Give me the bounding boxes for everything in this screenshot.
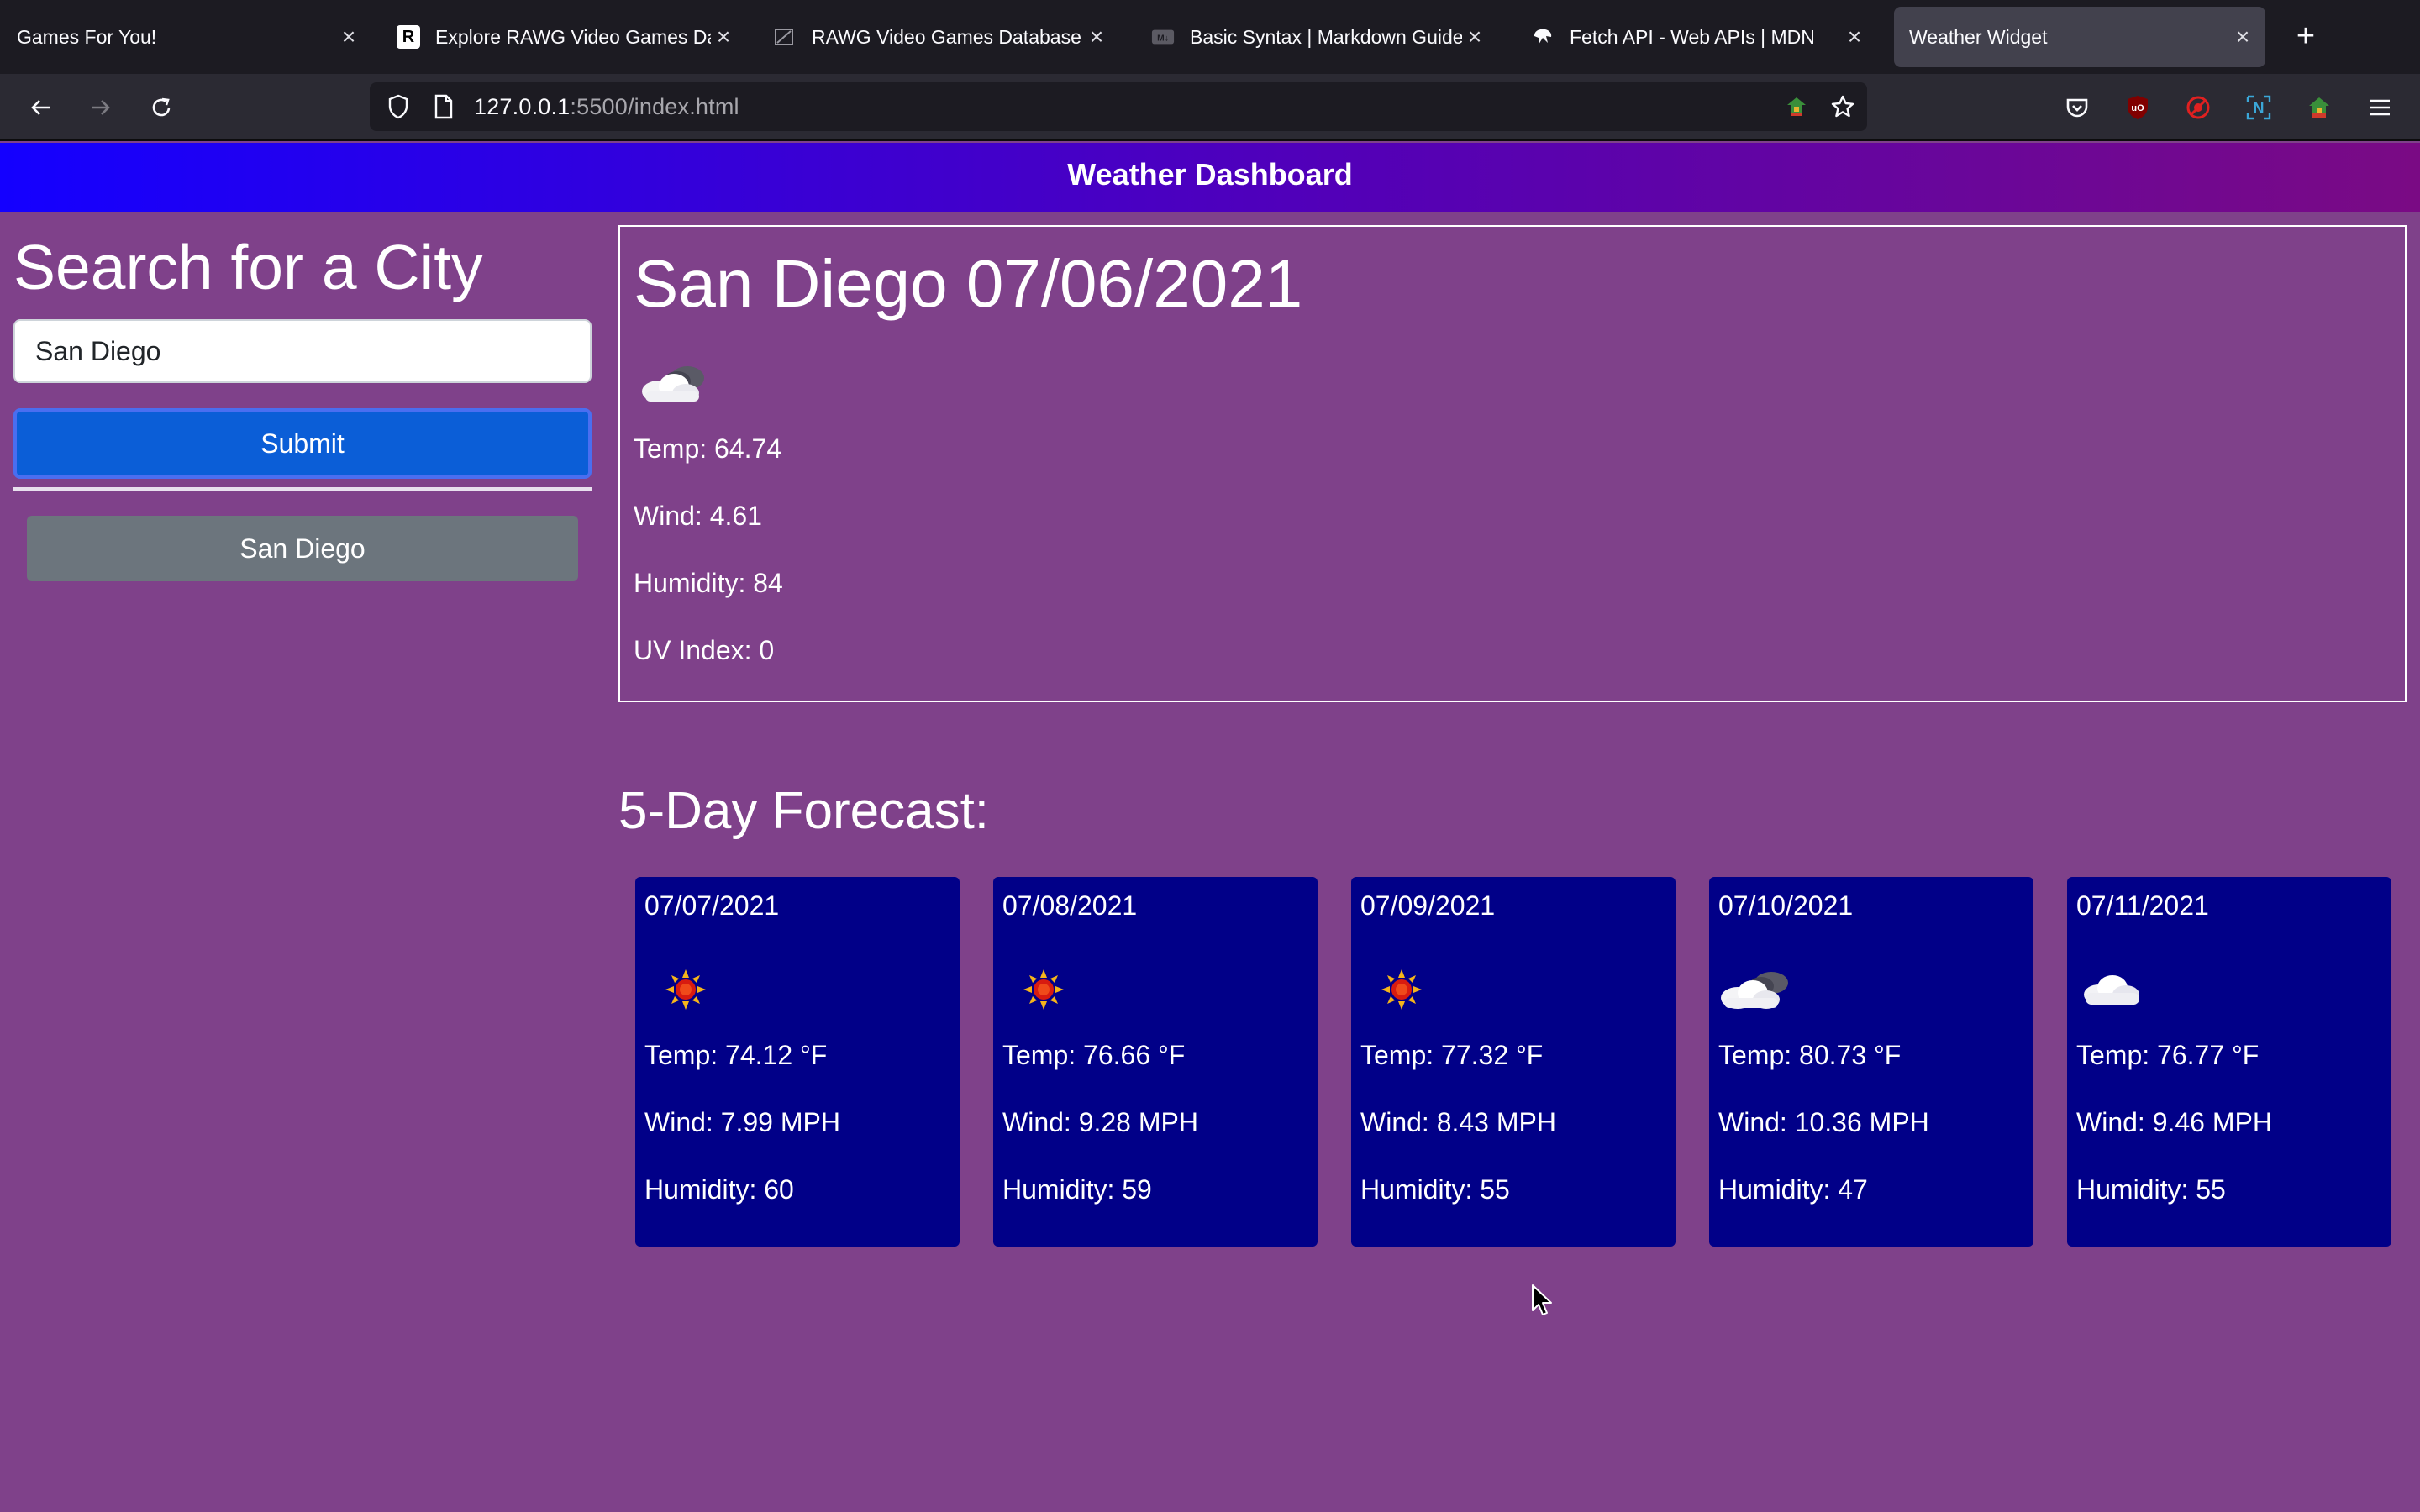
extension-colorful-icon[interactable] — [2304, 92, 2334, 123]
new-tab-button[interactable]: + — [2287, 17, 2324, 57]
rawg-api-icon — [773, 25, 797, 49]
shield-icon[interactable] — [385, 93, 412, 120]
cloud-icon — [2074, 958, 2154, 1021]
browser-nav-bar: 127.0.0.1:5500/index.html uO N — [0, 74, 2420, 141]
tab-close-icon[interactable]: × — [1462, 24, 1487, 50]
tab-close-icon[interactable]: × — [711, 24, 736, 50]
rawg-logo-icon: R — [397, 25, 420, 49]
current-city-date: San Diego 07/06/2021 — [634, 246, 1303, 321]
forecast-title: 5-Day Forecast: — [618, 782, 990, 840]
svg-text:uO: uO — [2131, 103, 2144, 113]
extension-icon[interactable] — [1783, 93, 1810, 120]
search-heading: Search for a City — [13, 232, 483, 302]
url-host: 127.0.0.1 — [474, 94, 571, 119]
forecast-card: 07/08/2021 Temp: 76.66 °F Wind: 9.28 MPH… — [993, 877, 1318, 1247]
browser-tab[interactable]: Fetch API - Web APIs | MDN × — [1531, 7, 1867, 67]
current-temp: Temp: 64.74 — [634, 433, 782, 464]
url-path: :5500/index.html — [570, 94, 739, 119]
current-uv-index: UV Index: 0 — [634, 635, 775, 665]
current-wind: Wind: 4.61 — [634, 501, 762, 531]
browser-tab-bar: Games For You! × R Explore RAWG Video Ga… — [0, 0, 2420, 74]
forecast-humidity: Humidity: 60 — [644, 1174, 794, 1205]
city-search-input[interactable] — [13, 319, 592, 383]
url-bar[interactable]: 127.0.0.1:5500/index.html — [370, 82, 1867, 131]
forecast-temp: Temp: 76.66 °F — [1002, 1040, 1186, 1070]
sun-icon — [1000, 958, 1081, 1021]
svg-text:M↓: M↓ — [1157, 34, 1169, 44]
sun-icon — [1358, 958, 1439, 1021]
url-text[interactable]: 127.0.0.1:5500/index.html — [474, 94, 739, 120]
hamburger-menu-icon[interactable] — [2365, 92, 2395, 123]
search-sidebar: Search for a City Submit San Diego — [13, 227, 592, 581]
tab-close-icon[interactable]: × — [1084, 24, 1109, 50]
forecast-wind: Wind: 9.28 MPH — [1002, 1107, 1198, 1137]
ublock-icon[interactable]: uO — [2123, 92, 2153, 123]
tab-title: Explore RAWG Video Games Database — [435, 25, 711, 48]
forecast-temp: Temp: 76.77 °F — [2076, 1040, 2260, 1070]
forecast-date: 07/11/2021 — [2076, 890, 2209, 921]
tab-title: Basic Syntax | Markdown Guide — [1190, 25, 1462, 48]
browser-tab[interactable]: RAWG Video Games Database API × — [773, 7, 1109, 67]
forecast-humidity: Humidity: 55 — [1360, 1174, 1510, 1205]
forecast-temp: Temp: 80.73 °F — [1718, 1040, 1902, 1070]
divider — [13, 487, 592, 491]
forecast-temp: Temp: 74.12 °F — [644, 1040, 828, 1070]
current-humidity: Humidity: 84 — [634, 568, 783, 598]
forecast-card: 07/10/2021 Temp: 80.73 °F Wind: 10.36 MP… — [1709, 877, 2033, 1247]
cloudy-night-icon — [1716, 958, 1797, 1021]
forecast-wind: Wind: 7.99 MPH — [644, 1107, 840, 1137]
forecast-date: 07/08/2021 — [1002, 890, 1138, 921]
tab-close-icon[interactable]: × — [1842, 24, 1867, 50]
forecast-date: 07/10/2021 — [1718, 890, 1854, 921]
svg-text:N: N — [2254, 100, 2265, 117]
forecast-wind: Wind: 10.36 MPH — [1718, 1107, 1929, 1137]
mdn-dino-icon — [1531, 25, 1555, 49]
forecast-date: 07/07/2021 — [644, 890, 780, 921]
reload-icon[interactable] — [143, 89, 180, 126]
back-icon[interactable] — [22, 89, 59, 126]
browser-tab[interactable]: R Explore RAWG Video Games Database × — [397, 7, 736, 67]
tab-close-icon[interactable]: × — [336, 24, 361, 50]
tab-title: Games For You! — [17, 25, 157, 48]
forecast-card: 07/07/2021 Temp: 74.12 °F Wind: 7.99 MPH… — [635, 877, 960, 1247]
forecast-humidity: Humidity: 55 — [2076, 1174, 2226, 1205]
browser-tab[interactable]: M↓ Basic Syntax | Markdown Guide × — [1151, 7, 1487, 67]
forecast-temp: Temp: 77.32 °F — [1360, 1040, 1544, 1070]
page-title: Weather Dashboard — [1067, 157, 1353, 192]
forecast-card: 07/11/2021 Temp: 76.77 °F Wind: 9.46 MPH… — [2067, 877, 2391, 1247]
page-icon[interactable] — [430, 93, 457, 120]
browser-tab[interactable]: Games For You! × — [17, 7, 361, 67]
pocket-icon[interactable] — [2062, 92, 2092, 123]
bookmark-star-icon[interactable] — [1828, 92, 1857, 121]
mouse-cursor-icon — [1531, 1284, 1555, 1317]
forecast-humidity: Humidity: 47 — [1718, 1174, 1868, 1205]
page-header: Weather Dashboard — [0, 143, 2420, 212]
search-history-button[interactable]: San Diego — [27, 516, 578, 581]
tab-title: Weather Widget — [1909, 25, 2048, 48]
forecast-wind: Wind: 9.46 MPH — [2076, 1107, 2272, 1137]
tab-title: Fetch API - Web APIs | MDN — [1570, 25, 1815, 48]
tab-close-icon[interactable]: × — [2230, 24, 2255, 50]
cloudy-night-icon — [634, 343, 714, 423]
forward-icon[interactable] — [82, 89, 119, 126]
forecast-card: 07/09/2021 Temp: 77.32 °F Wind: 8.43 MPH… — [1351, 877, 1676, 1247]
submit-button[interactable]: Submit — [13, 408, 592, 479]
extension-n-icon[interactable]: N — [2244, 92, 2274, 123]
forecast-wind: Wind: 8.43 MPH — [1360, 1107, 1556, 1137]
current-weather-panel: San Diego 07/06/2021 Temp: 64.74 Wind: 4… — [618, 225, 2407, 702]
tab-title: RAWG Video Games Database API — [812, 25, 1084, 48]
forecast-humidity: Humidity: 59 — [1002, 1174, 1152, 1205]
sun-icon — [642, 958, 723, 1021]
blocker-icon[interactable] — [2183, 92, 2213, 123]
forecast-date: 07/09/2021 — [1360, 890, 1496, 921]
browser-tab-active[interactable]: Weather Widget × — [1894, 7, 2265, 67]
markdown-icon: M↓ — [1151, 25, 1175, 49]
